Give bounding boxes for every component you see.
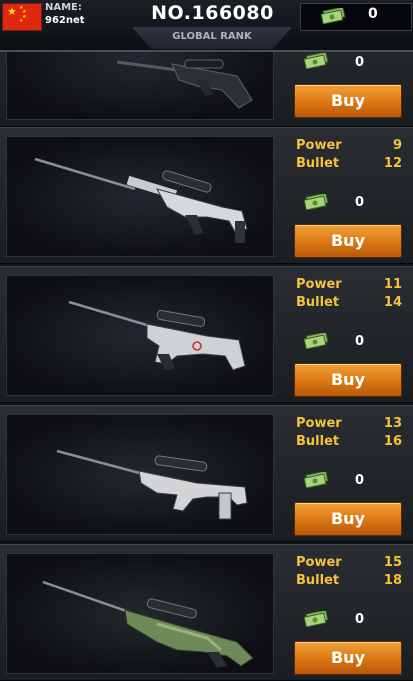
weapon-image-frame — [6, 275, 274, 396]
weapon-price: 0 — [355, 55, 365, 70]
weapon-item-2[interactable]: Power 11 Bullet 14 0 Buy — [0, 266, 413, 403]
bullet-label: Bullet — [296, 156, 340, 171]
weapon-image-frame — [6, 136, 274, 257]
global-rank-label: GLOBAL RANK — [172, 31, 252, 42]
name-label: NAME: — [45, 2, 82, 13]
power-value: 9 — [392, 138, 402, 153]
power-value: 15 — [383, 555, 402, 570]
sniper-rifle-image — [34, 157, 248, 243]
bullet-label: Bullet — [296, 434, 340, 449]
coin-count: 0 — [368, 6, 378, 22]
cash-stack-icon — [303, 611, 329, 627]
bullet-label: Bullet — [296, 295, 340, 310]
power-label: Power — [296, 416, 342, 431]
buy-button[interactable]: Buy — [294, 224, 402, 258]
power-value: 11 — [383, 277, 402, 292]
china-flag-icon: ★ ★ ★ ★ ★ — [2, 3, 42, 31]
sniper-rifle-image — [56, 449, 248, 520]
weapon-price: 0 — [355, 334, 365, 349]
buy-button[interactable]: Buy — [294, 641, 402, 675]
buy-button[interactable]: Buy — [294, 502, 402, 536]
cash-stack-icon — [303, 333, 329, 349]
weapon-price: 0 — [355, 473, 365, 488]
weapon-item-1[interactable]: Power 9 Bullet 12 0 Buy — [0, 127, 413, 264]
power-label: Power — [296, 138, 342, 153]
bullet-value: 14 — [383, 295, 402, 310]
weapon-price: 0 — [355, 195, 365, 210]
sniper-rifle-image — [42, 580, 254, 668]
cash-stack-icon — [303, 53, 329, 69]
buy-button[interactable]: Buy — [294, 84, 402, 118]
player-name: 962net — [45, 15, 85, 26]
power-label: Power — [296, 555, 342, 570]
sniper-rifle-image — [68, 300, 246, 371]
weapon-image-frame — [6, 414, 274, 535]
rank-number: NO.166080 — [151, 2, 274, 24]
bullet-value: 12 — [383, 156, 402, 171]
power-value: 13 — [383, 416, 402, 431]
currency-display — [300, 3, 412, 31]
cash-stack-icon — [303, 194, 329, 210]
buy-button[interactable]: Buy — [294, 363, 402, 397]
weapon-item-4[interactable]: Power 15 Bullet 18 0 Buy — [0, 544, 413, 681]
cash-stack-icon — [320, 8, 346, 24]
bullet-value: 16 — [383, 434, 402, 449]
bullet-value: 18 — [383, 573, 402, 588]
bullet-label: Bullet — [296, 573, 340, 588]
power-label: Power — [296, 277, 342, 292]
top-bar: ★ ★ ★ ★ ★ NAME: 962net NO.166080 GLOBAL … — [0, 0, 413, 52]
weapon-item-3[interactable]: Power 13 Bullet 16 0 Buy — [0, 405, 413, 542]
weapon-price: 0 — [355, 612, 365, 627]
weapon-image-frame — [6, 553, 274, 674]
cash-stack-icon — [303, 472, 329, 488]
